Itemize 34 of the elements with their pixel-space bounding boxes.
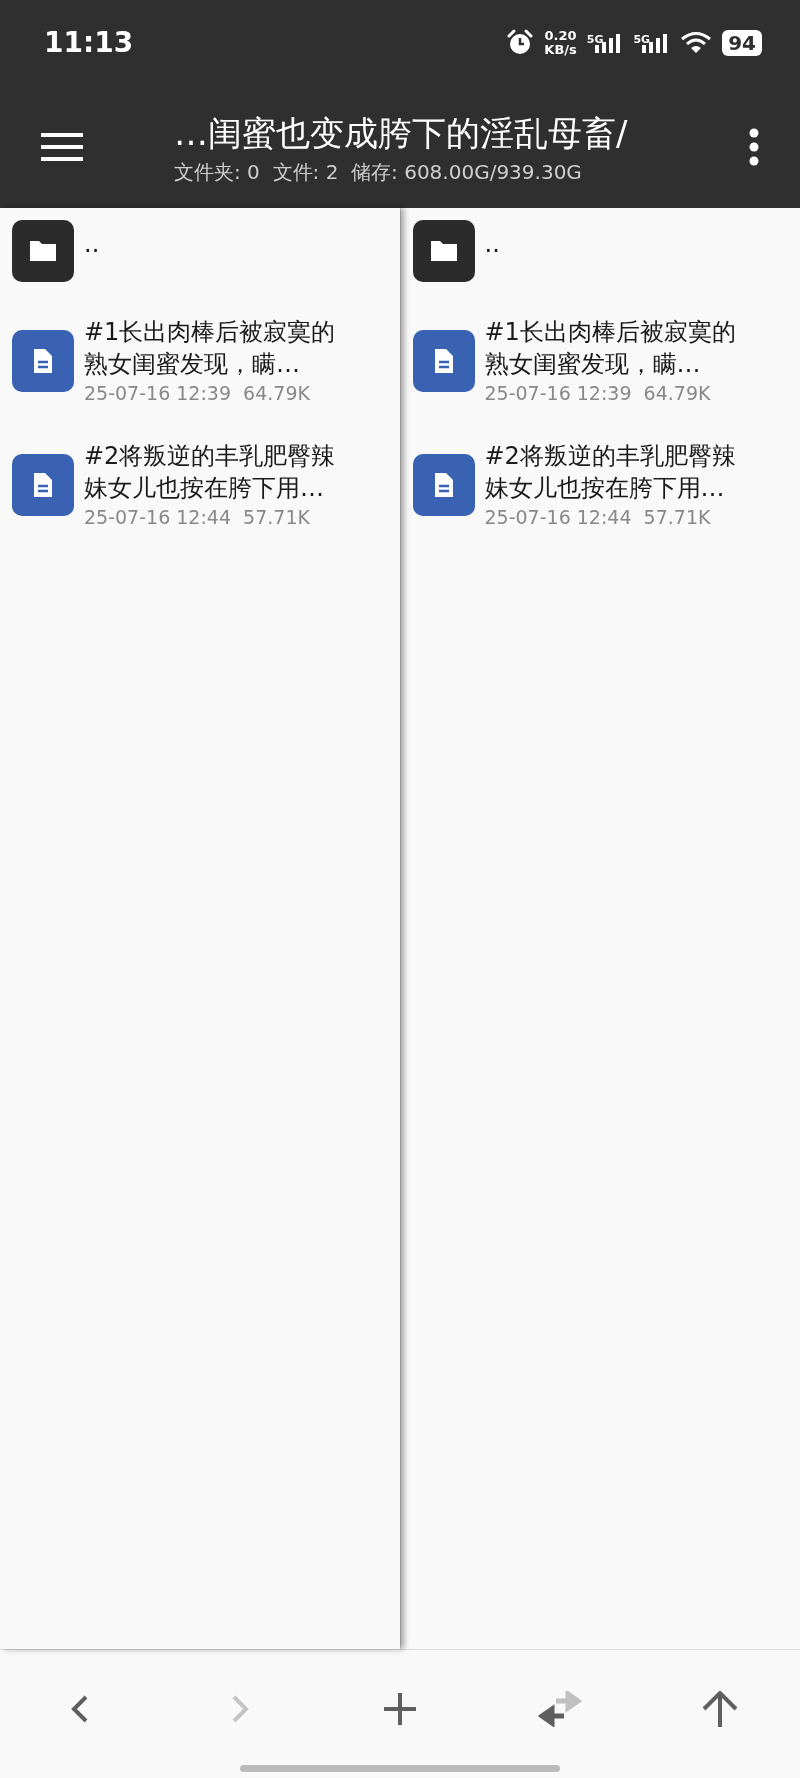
network-type: 5G — [586, 32, 604, 46]
file-name[interactable]: #2将叛逆的丰乳肥臀辣妹女儿也按在胯下用… — [84, 440, 352, 504]
file-details: 25-07-16 12:39 64.79K — [84, 381, 311, 406]
file-name[interactable]: .. — [484, 228, 753, 260]
battery-icon: 94 — [722, 29, 762, 56]
file-name[interactable]: #2将叛逆的丰乳肥臀辣妹女儿也按在胯下用… — [484, 440, 753, 504]
file-name[interactable]: #1长出肉棒后被寂寞的熟女闺蜜发现，瞒… — [484, 316, 753, 380]
more-options-icon[interactable] — [748, 127, 760, 166]
arrow-up-icon — [701, 1691, 739, 1727]
network-speed: 0.20 — [544, 28, 577, 43]
swap-arrows-icon — [538, 1691, 582, 1727]
document-icon[interactable] — [12, 454, 74, 516]
chevron-right-icon — [230, 1694, 250, 1724]
clock-time: 11:13 — [44, 26, 134, 59]
network-type: 5G — [633, 32, 651, 46]
plus-icon — [384, 1693, 416, 1725]
speed-unit: KB/s — [544, 42, 577, 57]
file-details: 25-07-16 12:39 64.79K — [484, 381, 712, 406]
chevron-left-icon — [70, 1694, 90, 1724]
folder-icon[interactable] — [12, 220, 74, 282]
document-icon[interactable] — [412, 330, 475, 392]
folder-icon[interactable] — [412, 220, 475, 282]
folder-path: …闺蜜也变成胯下的淫乱母畜/ — [174, 112, 629, 155]
file-name[interactable]: #1长出肉棒后被寂寞的熟女闺蜜发现，瞒… — [84, 316, 352, 380]
file-details: 25-07-16 12:44 57.71K — [484, 505, 712, 530]
document-icon[interactable] — [412, 454, 475, 516]
file-pane[interactable]: .. #1长出肉棒后被寂寞的熟女闺蜜发现，瞒… 25-07-16 12:39 64.79K #2将叛逆的丰乳肥臀辣妹女儿也按在胯下用… 25-07-16 12:44 57.71K — [0, 208, 400, 1649]
storage-summary: 文件夹: 0 文件: 2 储存: 608.00G/939.30G — [174, 159, 583, 186]
wifi-icon — [680, 30, 713, 55]
file-details: 25-07-16 12:44 57.71K — [84, 505, 311, 530]
file-name[interactable]: .. — [84, 228, 352, 260]
alarm-icon — [506, 28, 535, 57]
document-icon[interactable] — [12, 330, 74, 392]
menu-icon[interactable] — [41, 131, 83, 162]
